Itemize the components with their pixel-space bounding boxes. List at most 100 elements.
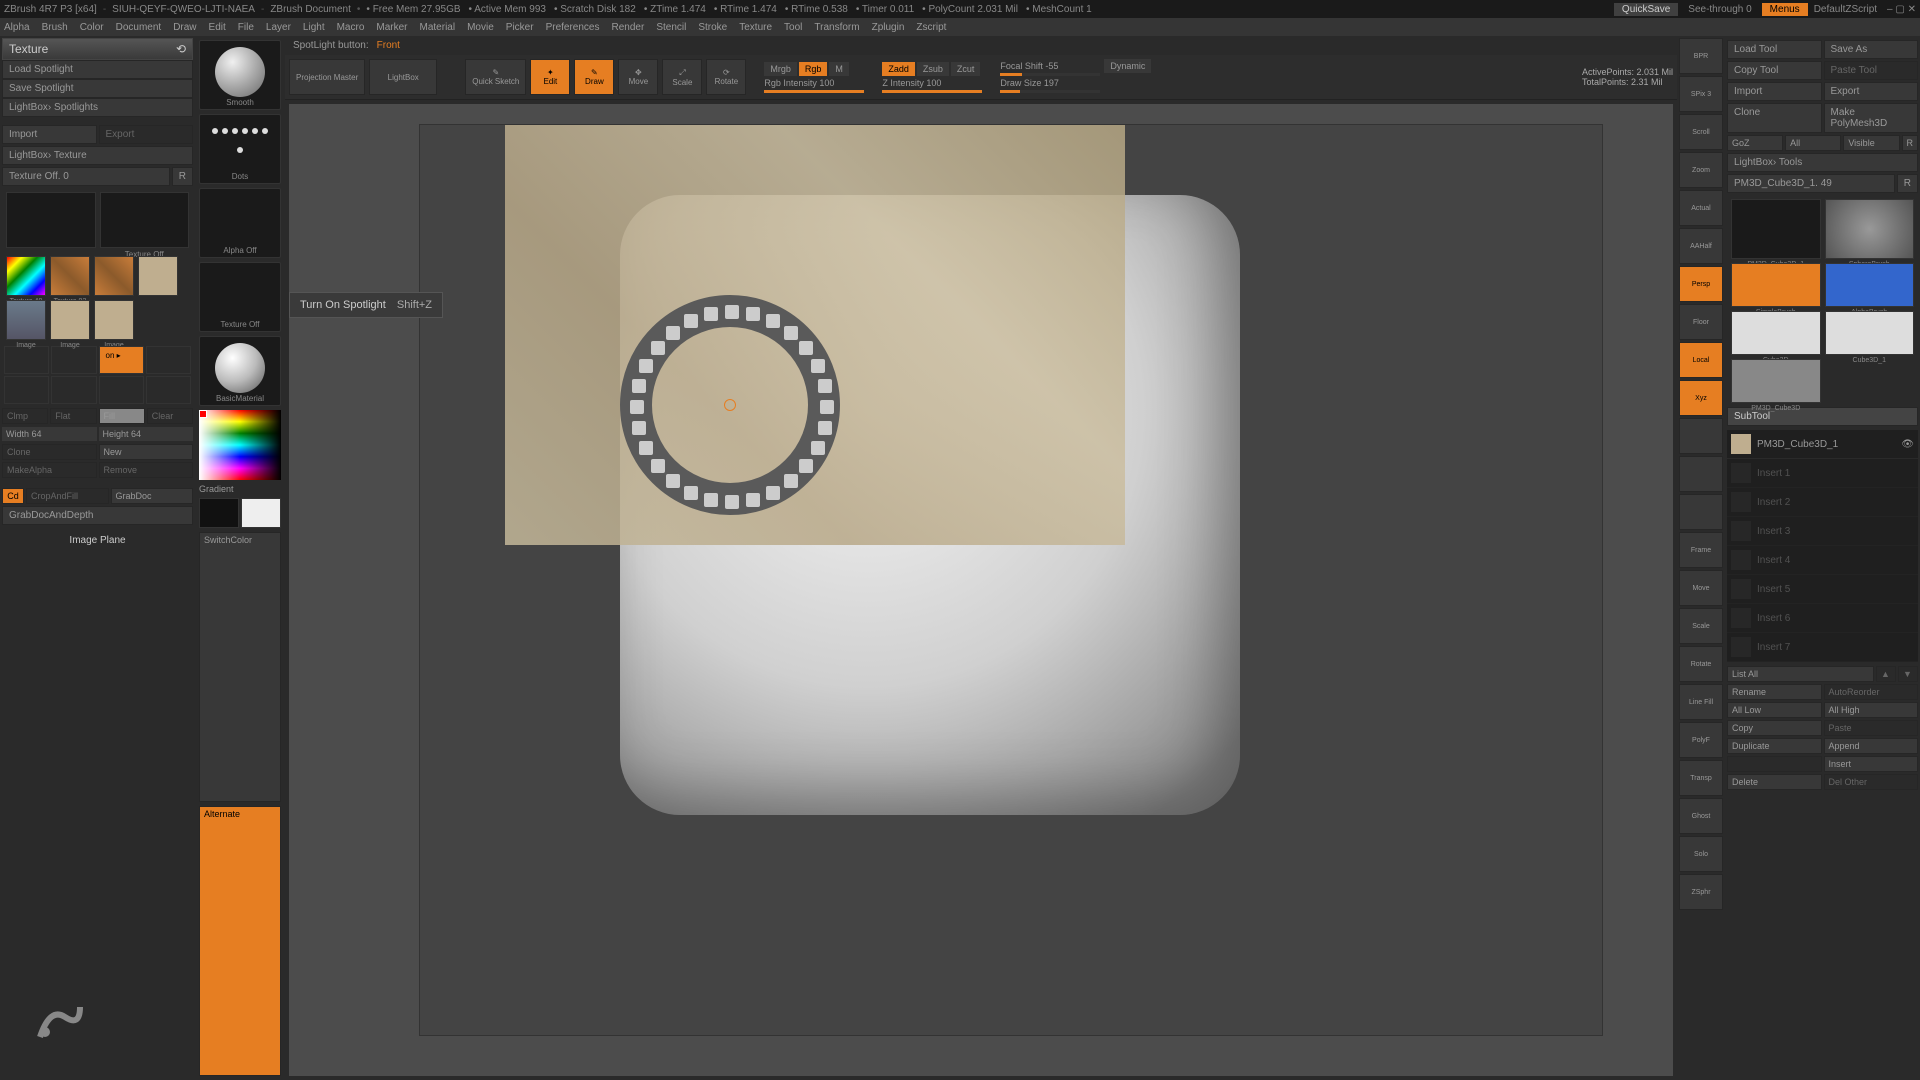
clear-button[interactable]: Clear	[147, 408, 193, 424]
clmp-button[interactable]: Clmp	[2, 408, 48, 424]
dial-tool-26-icon[interactable]	[684, 314, 698, 328]
subtool-item-empty[interactable]: Insert 2	[1727, 488, 1918, 517]
primary-color[interactable]	[241, 498, 281, 528]
dial-tool-0-icon[interactable]	[725, 305, 739, 319]
vt-spix-3[interactable]: SPix 3	[1679, 76, 1723, 112]
texture-slot-current[interactable]	[6, 192, 96, 248]
dial-tool-8-icon[interactable]	[818, 421, 832, 435]
vt-floor[interactable]: Floor	[1679, 304, 1723, 340]
tool-thumb-4[interactable]: AlphaBrush	[1825, 263, 1915, 307]
subtool-item-empty[interactable]: Insert 3	[1727, 517, 1918, 546]
projection-master-button[interactable]: Projection Master	[289, 59, 365, 95]
menu-picker[interactable]: Picker	[506, 22, 534, 33]
makepolymesh-button[interactable]: Make PolyMesh3D	[1824, 103, 1919, 133]
action-7[interactable]	[99, 376, 144, 404]
goz-r-button[interactable]: R	[1902, 135, 1919, 151]
draw-button[interactable]: ✎Draw	[574, 59, 614, 95]
vt-frame[interactable]: Frame	[1679, 532, 1723, 568]
lightbox-tools-button[interactable]: LightBox› Tools	[1727, 153, 1918, 172]
insert-button[interactable]: Insert	[1824, 756, 1919, 772]
subtool-item-empty[interactable]: Insert 7	[1727, 633, 1918, 662]
vt-blank[interactable]	[1679, 456, 1723, 492]
save-spotlight-button[interactable]: Save Spotlight	[2, 79, 193, 98]
texture-thumb-02[interactable]: Texture 02	[50, 256, 90, 296]
listall-button[interactable]: List All	[1727, 666, 1874, 682]
z-intensity-slider[interactable]: Z Intensity 100	[882, 78, 982, 93]
vt-solo[interactable]: Solo	[1679, 836, 1723, 872]
grabdepth-button[interactable]: GrabDocAndDepth	[2, 506, 193, 525]
action-6[interactable]	[51, 376, 96, 404]
tool-thumb-7[interactable]: PM3D_Cube3D	[1731, 359, 1821, 403]
goz-visible-button[interactable]: Visible	[1843, 135, 1899, 151]
dial-tool-7-icon[interactable]	[820, 400, 834, 414]
new-button[interactable]: New	[99, 444, 194, 460]
menu-texture[interactable]: Texture	[739, 22, 772, 33]
crop-button[interactable]: CropAndFill	[26, 488, 109, 504]
vt-line-fill[interactable]: Line Fill	[1679, 684, 1723, 720]
menu-zscript[interactable]: Zscript	[916, 22, 946, 33]
tool-thumb-6[interactable]: Cube3D_1	[1825, 311, 1915, 355]
texture-header[interactable]: Texture ⟲	[2, 38, 193, 60]
grabdoc-button[interactable]: GrabDoc	[111, 488, 194, 504]
action-5[interactable]	[4, 376, 49, 404]
dial-tool-14-icon[interactable]	[725, 495, 739, 509]
vt-scale[interactable]: Scale	[1679, 608, 1723, 644]
menu-layer[interactable]: Layer	[266, 22, 291, 33]
dial-tool-13-icon[interactable]	[746, 493, 760, 507]
stroke-slot[interactable]: Dots	[199, 114, 281, 184]
mrgb-chip[interactable]: Mrgb	[764, 62, 797, 76]
vt-scroll[interactable]: Scroll	[1679, 114, 1723, 150]
menu-tool[interactable]: Tool	[784, 22, 802, 33]
width-field[interactable]: Width 64	[2, 427, 97, 441]
menu-preferences[interactable]: Preferences	[546, 22, 600, 33]
tool-thumb-2[interactable]: SphereBrush	[1825, 199, 1915, 259]
vt-transp[interactable]: Transp	[1679, 760, 1723, 796]
vt-zoom[interactable]: Zoom	[1679, 152, 1723, 188]
height-field[interactable]: Height 64	[99, 427, 194, 441]
menu-zplugin[interactable]: Zplugin	[872, 22, 905, 33]
vt-aahalf[interactable]: AAHalf	[1679, 228, 1723, 264]
brush-slot[interactable]: Smooth	[199, 40, 281, 110]
zcut-chip[interactable]: Zcut	[951, 62, 981, 76]
lightbox-button[interactable]: LightBox	[369, 59, 437, 95]
makealpha-button[interactable]: MakeAlpha	[2, 462, 97, 478]
menu-file[interactable]: File	[238, 22, 254, 33]
flat-button[interactable]: Flat	[50, 408, 96, 424]
zadd-chip[interactable]: Zadd	[882, 62, 915, 76]
dial-tool-23-icon[interactable]	[639, 359, 653, 373]
r-button[interactable]: R	[172, 167, 193, 186]
texture-thumb-7[interactable]: Image	[94, 300, 134, 340]
goz-button[interactable]: GoZ	[1727, 135, 1783, 151]
vt-polyf[interactable]: PolyF	[1679, 722, 1723, 758]
dial-tool-16-icon[interactable]	[684, 486, 698, 500]
vt-blank[interactable]	[1679, 494, 1723, 530]
dial-tool-20-icon[interactable]	[632, 421, 646, 435]
eye-icon[interactable]: 👁	[1901, 439, 1914, 450]
menu-edit[interactable]: Edit	[209, 22, 226, 33]
alllow-button[interactable]: All Low	[1727, 702, 1822, 718]
dial-tool-4-icon[interactable]	[799, 341, 813, 355]
toolname-field[interactable]: PM3D_Cube3D_1. 49	[1727, 174, 1895, 193]
texture-thumb-40[interactable]: Texture 40	[6, 256, 46, 296]
texture-slot-off[interactable]: Texture Off	[100, 192, 190, 248]
dynamic-chip[interactable]: Dynamic	[1104, 59, 1151, 73]
clone-tool-button[interactable]: Clone	[1727, 103, 1822, 133]
menu-color[interactable]: Color	[80, 22, 104, 33]
lightbox-spotlights-button[interactable]: LightBox› Spotlights	[2, 98, 193, 117]
vt-zsphr[interactable]: ZSphr	[1679, 874, 1723, 910]
autoreorder-button[interactable]: AutoReorder	[1824, 684, 1919, 700]
loadtool-button[interactable]: Load Tool	[1727, 40, 1822, 59]
dial-tool-9-icon[interactable]	[811, 441, 825, 455]
dial-tool-1-icon[interactable]	[746, 307, 760, 321]
edit-button[interactable]: ✦Edit	[530, 59, 570, 95]
menu-macro[interactable]: Macro	[337, 22, 365, 33]
pastetool-button[interactable]: Paste Tool	[1824, 61, 1919, 80]
dial-tool-15-icon[interactable]	[704, 493, 718, 507]
dial-tool-2-icon[interactable]	[766, 314, 780, 328]
canvas[interactable]: Turn On Spotlight Shift+Z	[289, 104, 1673, 1076]
quicksketch-button[interactable]: ✎Quick Sketch	[465, 59, 526, 95]
tool-thumb-3[interactable]: SimpleBrush	[1731, 263, 1821, 307]
export-tool-button[interactable]: Export	[1824, 82, 1919, 101]
vt-rotate[interactable]: Rotate	[1679, 646, 1723, 682]
allhigh-button[interactable]: All High	[1824, 702, 1919, 718]
